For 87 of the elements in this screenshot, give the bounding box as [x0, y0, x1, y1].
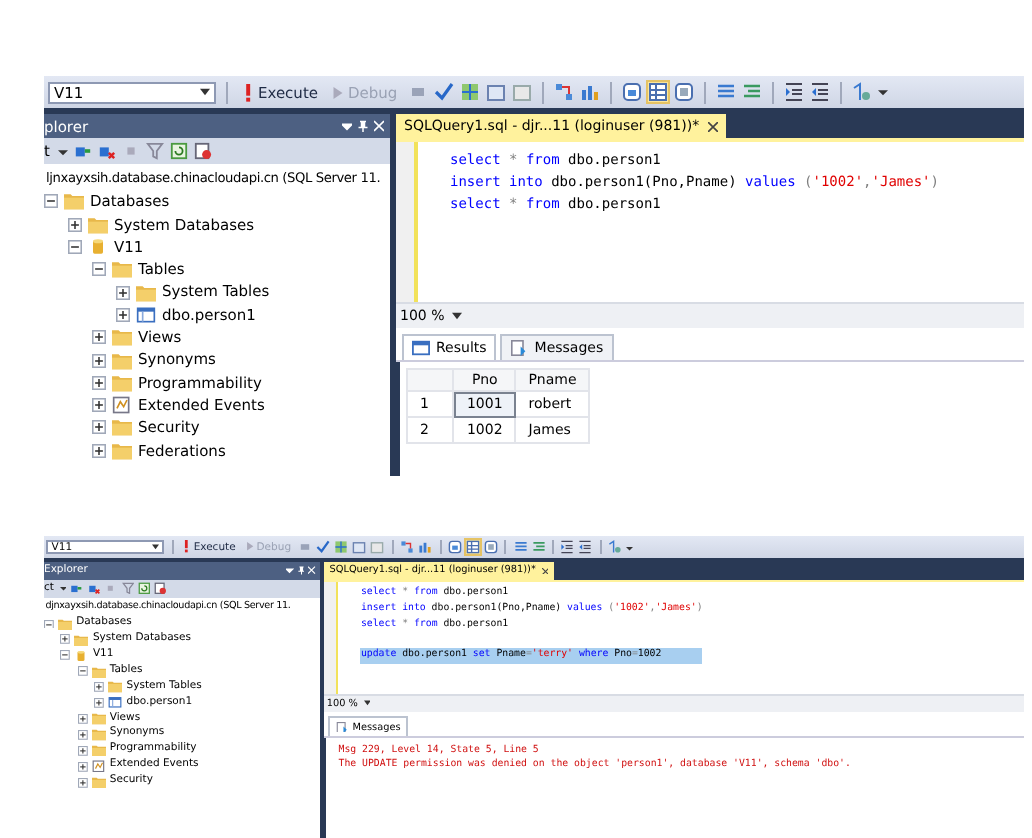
- expand-icon[interactable]: [116, 285, 130, 300]
- folder-icon: [91, 775, 106, 789]
- play-icon: [332, 83, 344, 101]
- chart-icon[interactable]: [579, 82, 600, 102]
- caret-icon[interactable]: [286, 566, 294, 576]
- folder-icon: [112, 351, 132, 370]
- outdent-icon[interactable]: [578, 540, 593, 555]
- expand-icon[interactable]: [92, 443, 106, 458]
- diagram-icon[interactable]: [553, 82, 574, 102]
- grid-icon[interactable]: [459, 82, 480, 102]
- check-icon[interactable]: [433, 82, 454, 102]
- expand-icon[interactable]: [94, 682, 105, 693]
- caret-icon[interactable]: [452, 312, 463, 320]
- expand-icon[interactable]: [92, 375, 106, 390]
- database-icon: [88, 238, 108, 257]
- message-icon: [335, 721, 349, 733]
- folder-icon: [136, 283, 156, 302]
- list-icon[interactable]: [513, 540, 528, 555]
- chart-icon[interactable]: [418, 540, 433, 555]
- window-icon[interactable]: [483, 540, 498, 555]
- grid-icon[interactable]: [465, 540, 480, 555]
- list-icon[interactable]: [741, 82, 762, 102]
- expand-icon[interactable]: [92, 398, 106, 413]
- folder-icon: [112, 418, 132, 437]
- table-icon: [108, 696, 123, 710]
- table-icon: [136, 305, 156, 324]
- caret-icon[interactable]: [200, 88, 210, 96]
- outdent-icon[interactable]: [809, 82, 830, 102]
- exclamation-icon: [182, 540, 191, 554]
- expand-icon[interactable]: [77, 714, 88, 724]
- list-icon[interactable]: [715, 82, 736, 102]
- folder-icon: [91, 744, 106, 757]
- play-icon: [245, 540, 254, 554]
- folder-icon: [112, 441, 132, 460]
- grid-icon[interactable]: [334, 540, 349, 555]
- grid-icon: [412, 340, 430, 356]
- plug-icon[interactable]: [73, 142, 92, 160]
- caret-icon[interactable]: [57, 145, 68, 157]
- caret-icon[interactable]: [363, 700, 371, 707]
- collapse-icon[interactable]: [68, 240, 82, 255]
- caret-icon[interactable]: [152, 544, 160, 550]
- expand-icon[interactable]: [77, 761, 88, 772]
- pin-icon[interactable]: [297, 566, 305, 576]
- expand-icon[interactable]: [77, 777, 88, 788]
- indent-icon[interactable]: [560, 540, 575, 555]
- grid-icon[interactable]: [647, 82, 668, 102]
- folder-icon: [112, 373, 132, 392]
- window-icon[interactable]: [447, 540, 462, 555]
- indent-icon[interactable]: [783, 82, 804, 102]
- expand-icon[interactable]: [77, 745, 88, 756]
- expand-icon[interactable]: [92, 330, 106, 345]
- expand-icon[interactable]: [94, 698, 105, 708]
- window-icon[interactable]: [673, 82, 694, 102]
- database-icon: [74, 649, 89, 662]
- folder-icon: [112, 260, 132, 279]
- list-icon[interactable]: [531, 540, 546, 555]
- collapse-icon[interactable]: [77, 666, 88, 677]
- unplug-icon[interactable]: [87, 582, 101, 595]
- pin-icon[interactable]: [358, 120, 368, 132]
- expand-icon[interactable]: [68, 217, 82, 232]
- expand-icon[interactable]: [77, 729, 88, 740]
- unplug-icon[interactable]: [97, 142, 116, 160]
- collapse-icon[interactable]: [92, 262, 106, 277]
- events-icon: [112, 396, 132, 415]
- check-icon[interactable]: [316, 540, 331, 555]
- expand-icon[interactable]: [116, 307, 130, 322]
- refresh-icon[interactable]: [137, 582, 151, 595]
- message-icon: [510, 340, 529, 356]
- folder-icon: [112, 328, 132, 347]
- diagram-icon[interactable]: [400, 540, 415, 555]
- caret-icon[interactable]: [877, 86, 888, 98]
- expand-icon[interactable]: [92, 353, 106, 368]
- expand-icon[interactable]: [92, 420, 106, 435]
- refresh-icon[interactable]: [169, 142, 188, 160]
- close-icon[interactable]: [707, 121, 718, 131]
- exclamation-icon: [242, 83, 254, 101]
- window-icon[interactable]: [485, 82, 506, 102]
- collapse-icon[interactable]: [60, 650, 71, 661]
- expand-icon[interactable]: [60, 634, 71, 645]
- events-icon: [91, 760, 106, 773]
- plug-icon[interactable]: [70, 582, 84, 595]
- folder-icon: [64, 192, 84, 211]
- folder-icon: [88, 215, 108, 234]
- caret-icon[interactable]: [342, 120, 352, 132]
- collapse-icon[interactable]: [44, 194, 58, 209]
- collapse-icon[interactable]: [44, 619, 54, 629]
- window-icon[interactable]: [621, 82, 642, 102]
